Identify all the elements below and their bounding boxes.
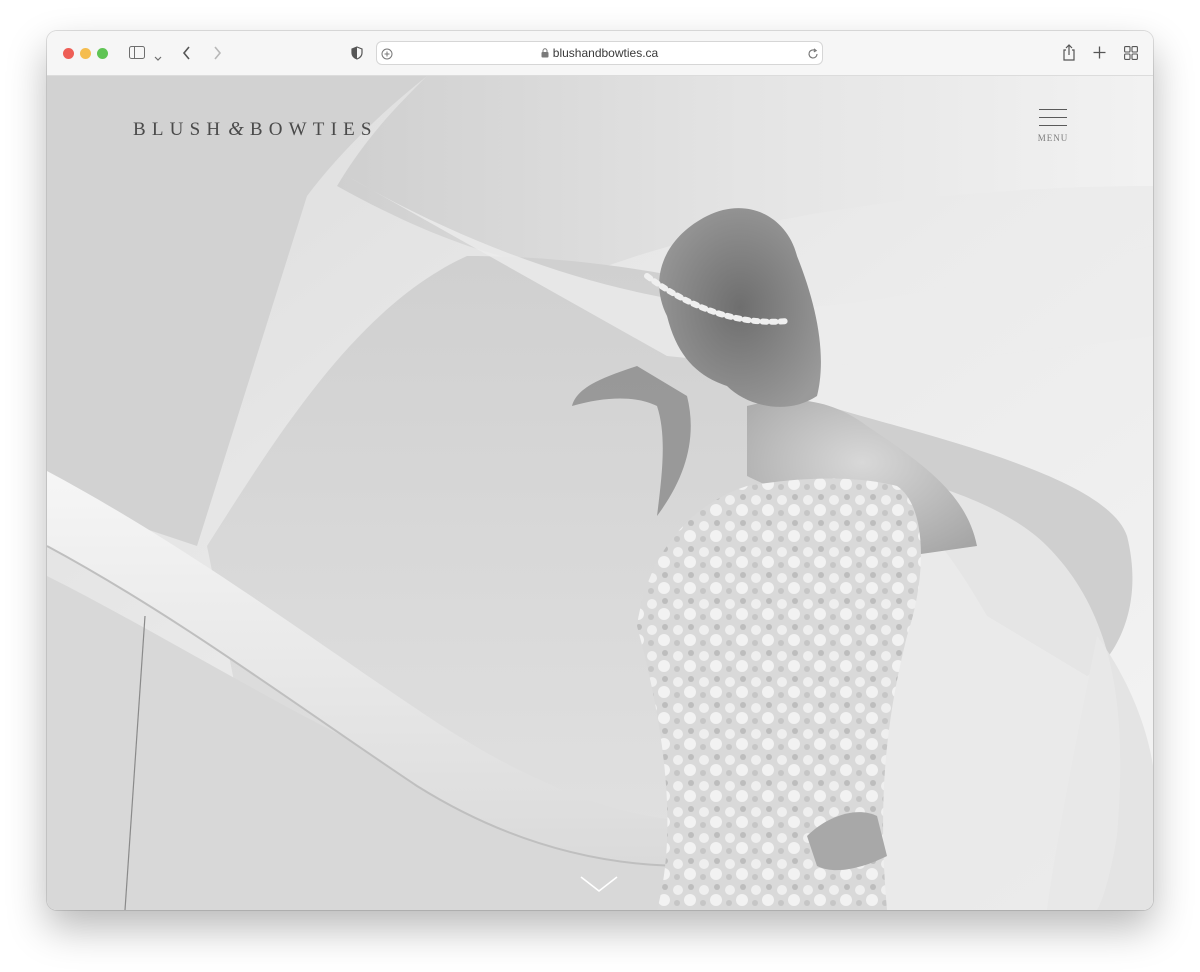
share-icon[interactable]	[1062, 44, 1076, 64]
scroll-down-chevron-down-icon[interactable]	[579, 874, 619, 894]
address-bar[interactable]: blushandbowties.ca	[376, 41, 823, 65]
url-display[interactable]: blushandbowties.ca	[377, 46, 822, 61]
tab-overview-icon[interactable]	[1124, 46, 1138, 63]
hamburger-icon-bar-top	[1039, 109, 1067, 110]
browser-toolbar: blushandbowties.ca	[47, 31, 1153, 76]
menu-button[interactable]: MENU	[1037, 108, 1069, 148]
sidebar-chevron-down-icon[interactable]	[154, 49, 162, 65]
minimize-window-button[interactable]	[80, 48, 91, 59]
forward-chevron-right-icon[interactable]	[212, 45, 222, 64]
hamburger-icon-bar-middle	[1039, 117, 1067, 118]
lock-icon	[541, 47, 549, 61]
site-logo[interactable]: BLUSH & BOWTIES	[133, 118, 378, 141]
logo-ampersand: &	[228, 118, 244, 140]
hero-section: BLUSH & BOWTIES MENU	[47, 76, 1153, 910]
url-text: blushandbowties.ca	[552, 46, 659, 60]
new-tab-plus-icon[interactable]	[1093, 46, 1106, 62]
logo-word-blush: BLUSH	[133, 119, 227, 140]
browser-window: blushandbowties.ca BLUSH & BOWTIES MENU	[47, 31, 1153, 910]
close-window-button[interactable]	[63, 48, 74, 59]
logo-word-bowties: BOWTIES	[249, 119, 378, 140]
zoom-window-button[interactable]	[97, 48, 108, 59]
reload-icon[interactable]	[807, 47, 819, 63]
sidebar-icon[interactable]	[129, 46, 145, 62]
menu-label: MENU	[1037, 133, 1069, 143]
shield-icon[interactable]	[351, 46, 363, 63]
back-chevron-left-icon[interactable]	[182, 45, 192, 64]
hero-photo-bride-on-staircase	[47, 76, 1153, 910]
hamburger-icon-bar-bottom	[1039, 125, 1067, 126]
